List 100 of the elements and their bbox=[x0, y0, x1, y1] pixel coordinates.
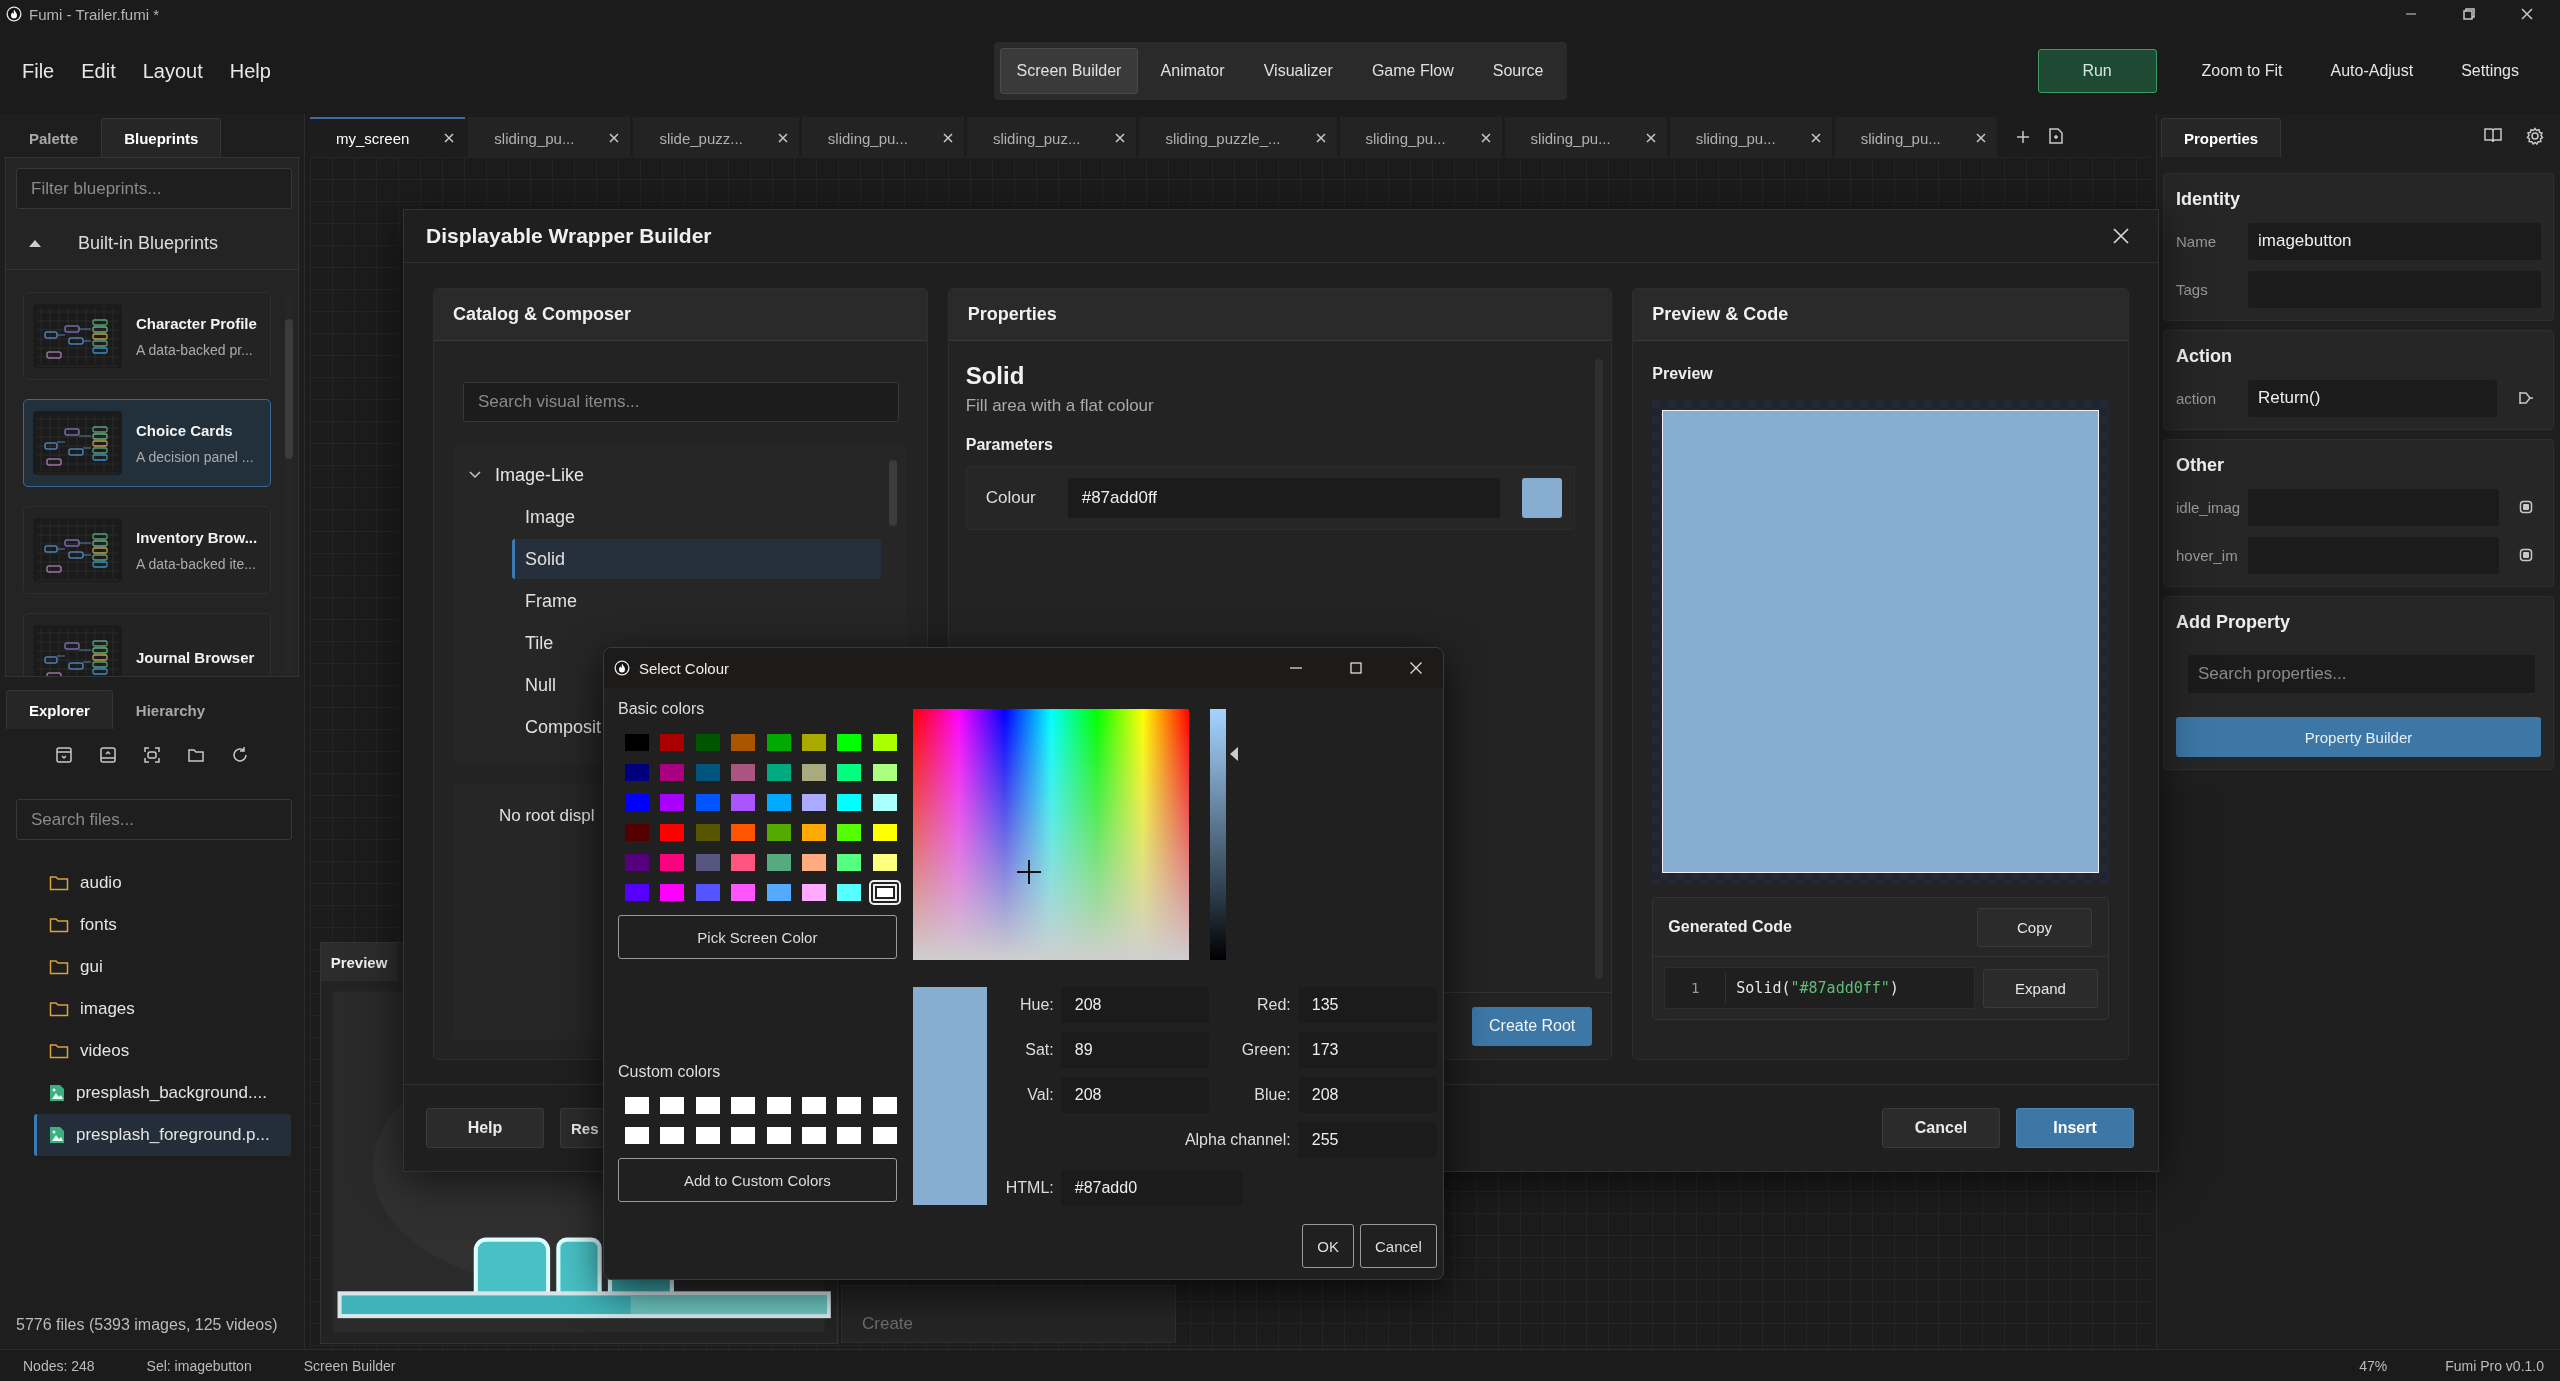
file-name: audio bbox=[80, 873, 122, 893]
editor-tab[interactable]: slide_puzz... bbox=[633, 117, 799, 157]
status-text: Nodes: 248 bbox=[23, 1357, 95, 1374]
explorer-entry[interactable]: fonts bbox=[34, 904, 291, 946]
menu-item[interactable]: File bbox=[22, 59, 55, 83]
mode-tab[interactable]: Source bbox=[1475, 48, 1561, 94]
text-field[interactable]: #87add0 bbox=[1060, 1170, 1243, 1206]
menu-item[interactable]: Layout bbox=[142, 59, 203, 83]
editor-tab[interactable]: sliding_pu... bbox=[1339, 117, 1502, 157]
text-field[interactable]: Return() bbox=[2248, 379, 2497, 417]
file-name: gui bbox=[80, 957, 103, 977]
tree-item[interactable]: Frame bbox=[512, 581, 881, 621]
number-field[interactable]: 208 bbox=[1297, 1077, 1437, 1113]
editor-tab[interactable]: sliding_pu... bbox=[801, 117, 964, 157]
dialog-title: Displayable Wrapper Builder bbox=[426, 224, 712, 248]
copy-button[interactable]: Copy bbox=[1977, 907, 2092, 947]
editor-tab[interactable]: sliding_puz... bbox=[966, 117, 1137, 157]
code-line: Solid("#87add0ff") bbox=[1735, 979, 1899, 997]
panel-title: Catalog & Composer bbox=[434, 289, 927, 341]
blueprint-card[interactable]: Character Profile A data-backed pr... bbox=[23, 292, 271, 380]
text-field[interactable]: imagebutton bbox=[2248, 222, 2541, 260]
run-button[interactable]: Run bbox=[2037, 49, 2157, 93]
item-name: Solid bbox=[965, 362, 1026, 390]
panel-tab[interactable]: Palette bbox=[6, 118, 102, 157]
explorer-entry[interactable]: audio bbox=[34, 862, 291, 904]
status-text: Screen Builder bbox=[303, 1357, 396, 1374]
section-title: Add Property bbox=[2176, 610, 2291, 634]
blueprint-card[interactable]: Inventory Brow... A data-backed ite... bbox=[23, 506, 271, 594]
dialog-button[interactable]: Cancel bbox=[1882, 1108, 2000, 1148]
search-field[interactable]: Search properties... bbox=[2188, 655, 2535, 693]
editor-tab[interactable]: sliding_puzzle_... bbox=[1139, 117, 1337, 157]
file-count: 5776 files (5393 images, 125 videos) bbox=[15, 1316, 279, 1335]
property-builder-button[interactable]: Property Builder bbox=[2176, 717, 2541, 757]
editor-tab[interactable]: sliding_pu... bbox=[468, 117, 631, 157]
blueprint-card[interactable]: Choice Cards A decision panel ... bbox=[23, 399, 271, 487]
editor-tab[interactable]: sliding_pu... bbox=[1669, 117, 1832, 157]
section-title: Generated Code bbox=[1668, 918, 1792, 936]
number-field[interactable]: 135 bbox=[1297, 987, 1437, 1023]
field-label: hover_im bbox=[2176, 546, 2239, 564]
dialog-button[interactable]: Cancel bbox=[1360, 1224, 1437, 1268]
pick-color-button[interactable]: Pick Screen Color bbox=[618, 915, 897, 959]
section-label: Basic colors bbox=[618, 700, 706, 719]
panel-title: Properties bbox=[948, 289, 1612, 341]
panel-tab[interactable]: Explorer bbox=[6, 690, 113, 729]
mode-tab[interactable]: Screen Builder bbox=[999, 48, 1139, 94]
blueprint-card[interactable]: Journal Browser bbox=[23, 613, 271, 676]
tree-group[interactable]: Image-Like bbox=[453, 454, 881, 496]
tree-item[interactable]: Solid bbox=[512, 539, 881, 579]
filter-field[interactable]: Filter blueprints... bbox=[16, 168, 292, 209]
card-description: A decision panel ... bbox=[136, 448, 254, 465]
search-field[interactable]: Search visual items... bbox=[463, 382, 899, 422]
search-field[interactable]: Search files... bbox=[16, 799, 292, 840]
create-root-button[interactable]: Create Root bbox=[1472, 1006, 1593, 1046]
field-label: HTML: bbox=[1004, 1179, 1054, 1197]
card-description: A data-backed ite... bbox=[136, 555, 257, 572]
panel-tab[interactable]: Preview bbox=[321, 943, 397, 981]
dialog-button[interactable]: Insert bbox=[2016, 1108, 2134, 1148]
text-field[interactable]: #87add0ff bbox=[1067, 478, 1501, 518]
section-title: Identity bbox=[2176, 187, 2241, 211]
explorer-entry[interactable]: presplash_foreground.p... bbox=[34, 1114, 291, 1156]
editor-tab[interactable]: sliding_pu... bbox=[1504, 117, 1667, 157]
expand-button[interactable]: Expand bbox=[1983, 968, 2098, 1008]
section-title: Other bbox=[2176, 453, 2225, 477]
panel-tab[interactable]: Blueprints bbox=[101, 118, 222, 157]
file-name: presplash_foreground.p... bbox=[76, 1125, 270, 1145]
toolbar-button[interactable]: Zoom to Fit bbox=[2182, 49, 2302, 93]
number-field[interactable]: 173 bbox=[1297, 1032, 1437, 1068]
explorer-entry[interactable]: presplash_background.... bbox=[34, 1072, 291, 1114]
mode-tab[interactable]: Game Flow bbox=[1354, 48, 1471, 94]
section-header[interactable]: Built-in Blueprints bbox=[6, 217, 298, 270]
explorer-entry[interactable]: images bbox=[34, 988, 291, 1030]
field-label: Blue: bbox=[1253, 1086, 1291, 1104]
file-name: images bbox=[80, 999, 135, 1019]
item-description: Fill area with a flat colour bbox=[965, 396, 1155, 416]
field-label: Name bbox=[2176, 232, 2217, 250]
file-name: videos bbox=[80, 1041, 130, 1061]
add-color-button[interactable]: Add to Custom Colors bbox=[618, 1158, 897, 1202]
card-description: A data-backed pr... bbox=[136, 341, 254, 358]
number-field[interactable]: 255 bbox=[1297, 1122, 1437, 1158]
dialog-button[interactable]: Help bbox=[426, 1108, 544, 1148]
panel-tab[interactable]: Hierarchy bbox=[112, 690, 229, 729]
status-text: Fumi Pro v0.1.0 bbox=[2445, 1357, 2544, 1374]
field-label: Colour bbox=[985, 488, 1037, 508]
editor-tab[interactable]: sliding_pu... bbox=[1834, 117, 1997, 157]
number-field[interactable]: 208 bbox=[1060, 987, 1209, 1023]
status-text: 47% bbox=[2359, 1357, 2388, 1374]
mode-tab[interactable]: Animator bbox=[1143, 48, 1242, 94]
toolbar-button[interactable]: Auto-Adjust bbox=[2311, 49, 2433, 93]
menu-item[interactable]: Edit bbox=[81, 59, 116, 83]
file-name: fonts bbox=[80, 915, 117, 935]
tree-item[interactable]: Image bbox=[512, 497, 881, 537]
number-field[interactable]: 208 bbox=[1060, 1077, 1209, 1113]
mode-tab[interactable]: Visualizer bbox=[1246, 48, 1350, 94]
explorer-entry[interactable]: videos bbox=[34, 1030, 291, 1072]
panel-tab[interactable]: Properties bbox=[2161, 118, 2282, 157]
explorer-entry[interactable]: gui bbox=[34, 946, 291, 988]
dialog-button[interactable]: OK bbox=[1302, 1224, 1355, 1268]
menu-item[interactable]: Help bbox=[229, 59, 271, 83]
number-field[interactable]: 89 bbox=[1060, 1032, 1209, 1068]
toolbar-button[interactable]: Settings bbox=[2442, 49, 2538, 93]
